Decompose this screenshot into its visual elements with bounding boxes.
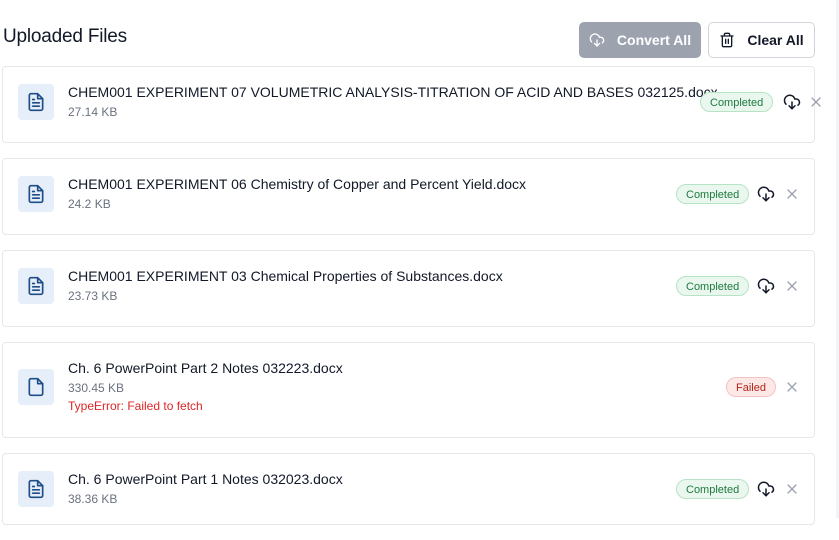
clear-all-button[interactable]: Clear All bbox=[708, 22, 815, 58]
close-icon[interactable] bbox=[807, 93, 825, 111]
close-icon[interactable] bbox=[783, 378, 801, 396]
close-icon[interactable] bbox=[783, 480, 801, 498]
status-badge: Failed bbox=[726, 377, 776, 397]
status-badge: Completed bbox=[676, 184, 750, 204]
clear-all-label: Clear All bbox=[747, 32, 804, 48]
file-text-icon bbox=[18, 268, 54, 304]
file-card: Ch. 6 PowerPoint Part 2 Notes 032223.doc… bbox=[2, 342, 815, 438]
file-card: CHEM001 EXPERIMENT 03 Chemical Propertie… bbox=[2, 250, 815, 327]
file-size: 330.45 KB bbox=[68, 381, 125, 395]
cloud-download-icon bbox=[589, 32, 605, 48]
file-text-icon bbox=[18, 84, 54, 120]
page-title: Uploaded Files bbox=[3, 26, 127, 47]
file-text-icon bbox=[18, 176, 54, 212]
close-icon[interactable] bbox=[783, 185, 801, 203]
file-list: CHEM001 EXPERIMENT 07 VOLUMETRIC ANALYSI… bbox=[2, 66, 821, 540]
convert-all-button[interactable]: Convert All bbox=[579, 22, 701, 58]
file-card: CHEM001 EXPERIMENT 06 Chemistry of Coppe… bbox=[2, 158, 815, 235]
close-icon[interactable] bbox=[783, 277, 801, 295]
file-size: 23.73 KB bbox=[68, 289, 118, 303]
file-card: CHEM001 EXPERIMENT 07 VOLUMETRIC ANALYSI… bbox=[2, 66, 821, 143]
file-card: Ch. 6 PowerPoint Part 1 Notes 032023.doc… bbox=[2, 453, 815, 525]
cloud-download-icon[interactable] bbox=[757, 480, 775, 498]
file-name: CHEM001 EXPERIMENT 06 Chemistry of Coppe… bbox=[68, 176, 527, 192]
cloud-download-icon[interactable] bbox=[757, 185, 775, 203]
file-size: 24.2 KB bbox=[68, 197, 111, 211]
file-size: 27.14 KB bbox=[68, 105, 118, 119]
error-message: TypeError: Failed to fetch bbox=[68, 399, 203, 413]
uploaded-files-header: Uploaded Files Convert All Clear All bbox=[0, 0, 839, 64]
file-text-icon bbox=[18, 471, 54, 507]
file-size: 38.36 KB bbox=[68, 492, 118, 506]
status-badge: Completed bbox=[676, 479, 750, 499]
file-icon bbox=[18, 369, 54, 405]
trash-icon bbox=[719, 32, 735, 48]
cloud-download-icon[interactable] bbox=[757, 277, 775, 295]
cloud-download-icon[interactable] bbox=[783, 93, 801, 111]
status-badge: Completed bbox=[700, 92, 774, 112]
file-name: CHEM001 EXPERIMENT 07 VOLUMETRIC ANALYSI… bbox=[68, 84, 718, 100]
convert-all-label: Convert All bbox=[616, 32, 692, 48]
file-name: Ch. 6 PowerPoint Part 1 Notes 032023.doc… bbox=[68, 471, 343, 487]
status-badge: Completed bbox=[676, 276, 750, 296]
file-name: Ch. 6 PowerPoint Part 2 Notes 032223.doc… bbox=[68, 360, 343, 376]
file-name: CHEM001 EXPERIMENT 03 Chemical Propertie… bbox=[68, 268, 503, 284]
